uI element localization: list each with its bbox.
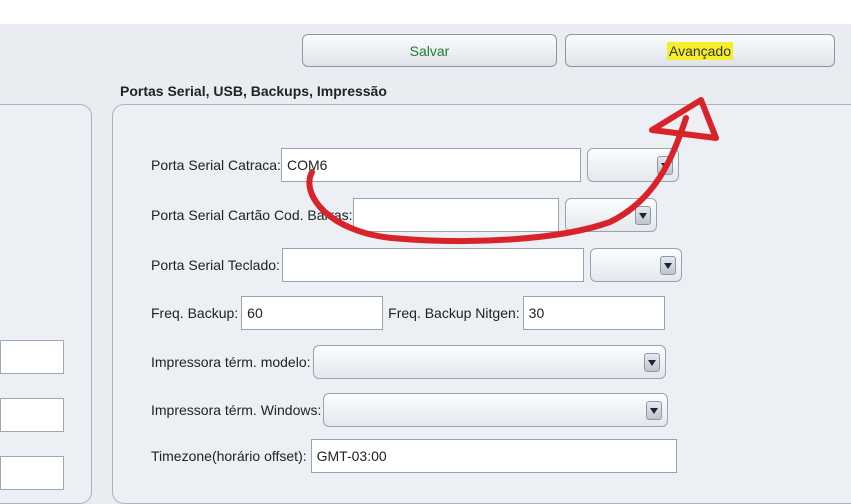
save-button-label: Salvar	[409, 42, 450, 59]
serial-teclado-label: Porta Serial Teclado:	[151, 257, 280, 273]
impressora-modelo-select[interactable]	[312, 345, 666, 379]
row-serial-catraca: Porta Serial Catraca: COM6	[151, 147, 679, 183]
freq-backup-nitgen-input[interactable]: 30	[522, 296, 665, 330]
chevron-down-icon[interactable]	[659, 256, 676, 275]
row-impressora-modelo: Impressora térm. modelo:	[151, 344, 666, 380]
left-field-1[interactable]	[0, 340, 64, 374]
serial-cartao-input[interactable]	[352, 198, 559, 232]
chevron-down-icon[interactable]	[646, 401, 663, 420]
top-strip	[0, 0, 851, 24]
freq-backup-input[interactable]: 60	[241, 296, 384, 330]
serial-catraca-input[interactable]: COM6	[280, 148, 581, 182]
impressora-windows-label: Impressora térm. Windows:	[151, 402, 322, 418]
impressora-windows-select[interactable]	[323, 393, 669, 427]
row-freq-backup: Freq. Backup: 60 Freq. Backup Nitgen: 30	[151, 295, 665, 331]
timezone-input[interactable]: GMT-03:00	[310, 439, 677, 473]
chevron-down-icon[interactable]	[643, 353, 660, 372]
serial-cartao-label: Porta Serial Cartão Cod. Barras:	[151, 207, 353, 223]
chevron-down-icon[interactable]	[634, 206, 651, 225]
left-field-3[interactable]	[0, 456, 64, 490]
serial-cartao-combo[interactable]	[564, 198, 657, 232]
save-button[interactable]: Salvar	[302, 34, 557, 67]
row-serial-teclado: Porta Serial Teclado:	[151, 247, 682, 283]
row-serial-cartao: Porta Serial Cartão Cod. Barras:	[151, 197, 657, 233]
left-panel	[0, 104, 92, 504]
timezone-label: Timezone(horário offset):	[151, 448, 307, 464]
section-title: Portas Serial, USB, Backups, Impressão	[120, 83, 387, 99]
freq-backup-nitgen-label: Freq. Backup Nitgen:	[388, 305, 520, 321]
left-field-2[interactable]	[0, 398, 64, 432]
row-timezone: Timezone(horário offset): GMT-03:00	[151, 438, 677, 474]
serial-catraca-combo[interactable]	[586, 148, 679, 182]
freq-backup-label: Freq. Backup:	[151, 305, 239, 321]
chevron-down-icon[interactable]	[656, 156, 673, 175]
advanced-button-label: Avançado	[666, 41, 733, 60]
serial-teclado-combo[interactable]	[589, 248, 682, 282]
row-impressora-windows: Impressora térm. Windows:	[151, 392, 669, 428]
advanced-button[interactable]: Avançado	[565, 34, 835, 67]
impressora-modelo-label: Impressora térm. modelo:	[151, 354, 311, 370]
serial-teclado-input[interactable]	[281, 248, 584, 282]
serial-catraca-label: Porta Serial Catraca:	[151, 157, 281, 173]
